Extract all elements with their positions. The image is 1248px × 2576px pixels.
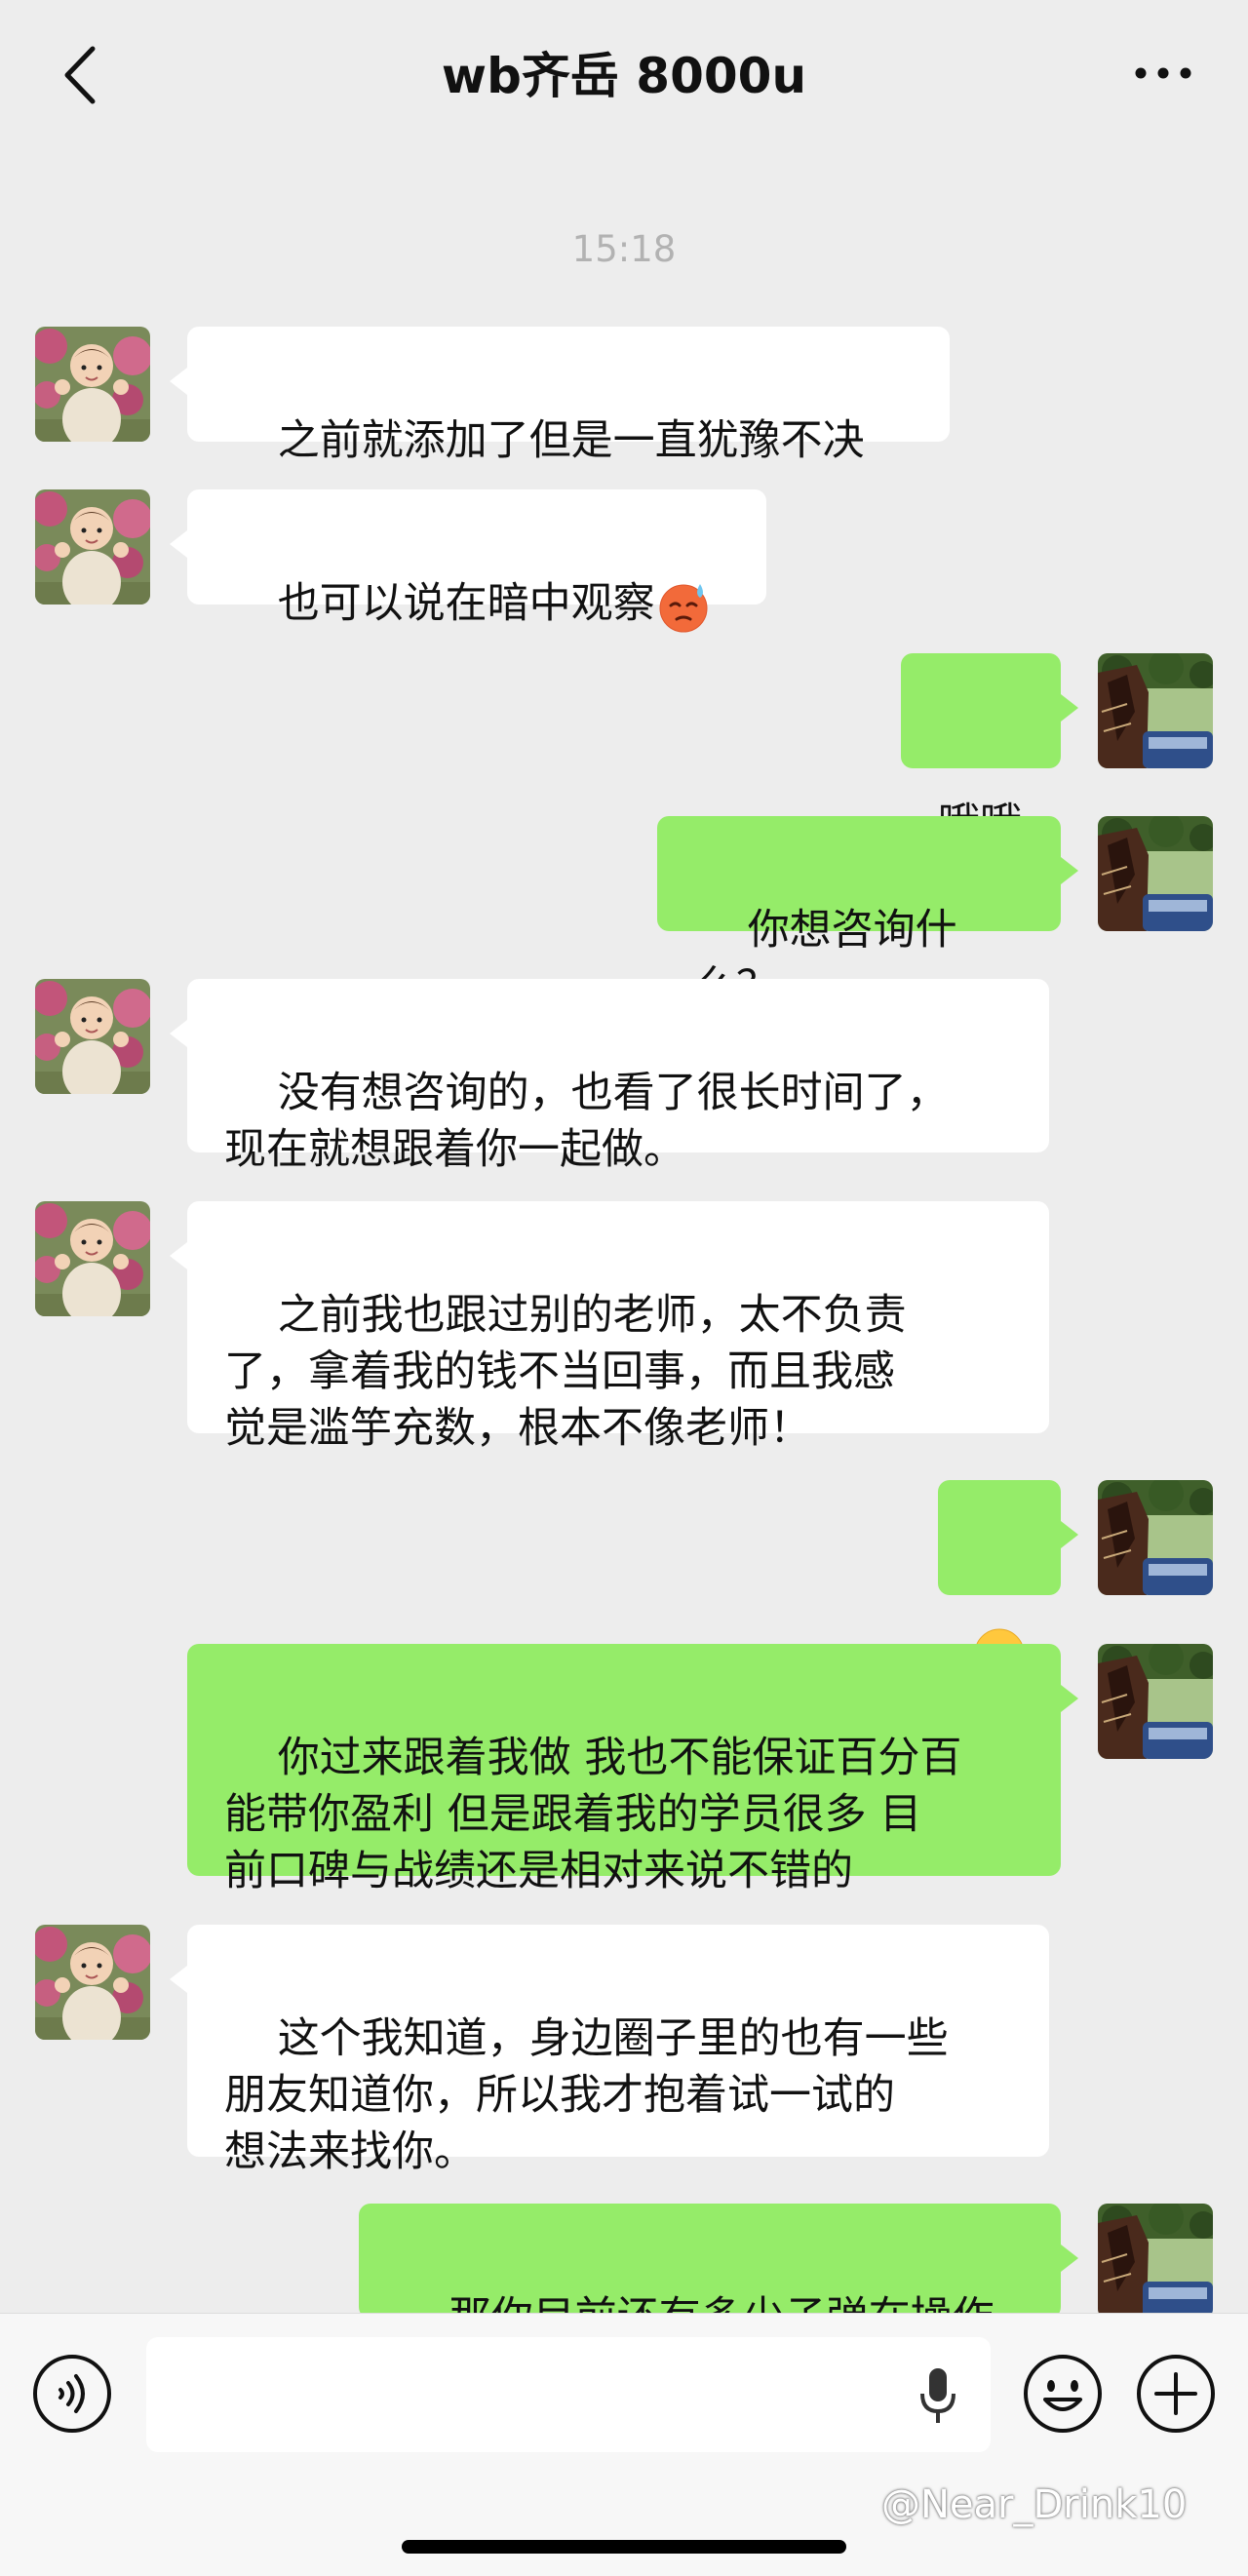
outgoing-message[interactable] [938,1480,1078,1678]
plus-button[interactable] [1135,2353,1217,2435]
more-button[interactable] [1129,59,1197,88]
incoming-message[interactable]: 之前就添加了但是一直犹豫不决 [170,327,950,465]
incoming-message[interactable]: 这个我知道，身边圈子里的也有一些 朋友知道你，所以我才抱着试一试的 想法来找你。 [170,1925,1049,2176]
emoji-button[interactable] [1022,2353,1104,2435]
message-text: 之前我也跟过别的老师，太不负责 了，拿着我的钱不当回事，而且我感 觉是滥竽充数，… [224,1291,907,1453]
my-avatar[interactable] [1098,816,1213,931]
message-text: 之前就添加了但是一直犹豫不决 [277,416,865,465]
microphone-icon[interactable] [916,2364,959,2429]
chat-title: wb齐岳 8000u [441,48,807,104]
my-avatar[interactable] [1098,653,1213,768]
voice-button[interactable] [31,2353,113,2435]
message-text: 那你目前还有多少子弹在操作 [449,2293,994,2313]
contact-avatar[interactable] [35,327,150,442]
message-text: 也可以说在暗中观察 [277,579,655,628]
contact-avatar[interactable] [35,1925,150,2040]
message-text: 这个我知道，身边圈子里的也有一些 朋友知道你，所以我才抱着试一试的 想法来找你。 [224,2014,949,2176]
contact-avatar[interactable] [35,489,150,605]
contact-avatar[interactable] [35,979,150,1094]
my-avatar[interactable] [1098,1644,1213,1759]
message-text: 你过来跟着我做 我也不能保证百分百 能带你盈利 但是跟着我的学员很多 目 前口碑… [224,1734,962,1895]
outgoing-message[interactable]: 你想咨询什么？ [657,816,1078,1011]
incoming-message[interactable]: 没有想咨询的，也看了很长时间了， 现在就想跟着你一起做。 [170,979,1049,1174]
chat-header: wb齐岳 8000u [0,0,1248,146]
message-list[interactable]: 15:18 之前就添加了但是一直犹豫不决 也可以说在暗中观察 哦哦 你想咨询什么… [0,146,1248,2313]
message-timestamp: 15:18 [571,228,677,270]
smiley-icon [1024,2355,1102,2433]
watermark: @Near_Drink10 [881,2482,1188,2527]
outgoing-message[interactable]: 那你目前还有多少子弹在操作 [359,2204,1078,2313]
input-bar: @Near_Drink10 [0,2313,1248,2576]
message-text: 没有想咨询的，也看了很长时间了， 现在就想跟着你一起做。 [224,1069,949,1174]
incoming-message[interactable]: 之前我也跟过别的老师，太不负责 了，拿着我的钱不当回事，而且我感 觉是滥竽充数，… [170,1201,1049,1453]
contact-avatar[interactable] [35,1201,150,1316]
sweat-face-emoji [655,578,712,635]
my-avatar[interactable] [1098,2204,1213,2313]
voice-icon [33,2355,111,2433]
home-indicator [402,2540,846,2554]
plus-icon [1137,2355,1215,2433]
outgoing-message[interactable]: 你过来跟着我做 我也不能保证百分百 能带你盈利 但是跟着我的学员很多 目 前口碑… [187,1644,1078,1895]
my-avatar[interactable] [1098,1480,1213,1595]
outgoing-message[interactable]: 哦哦 [901,653,1078,848]
incoming-message[interactable]: 也可以说在暗中观察 [170,489,766,632]
message-input[interactable] [146,2337,991,2452]
more-dots-icon [1135,67,1191,79]
